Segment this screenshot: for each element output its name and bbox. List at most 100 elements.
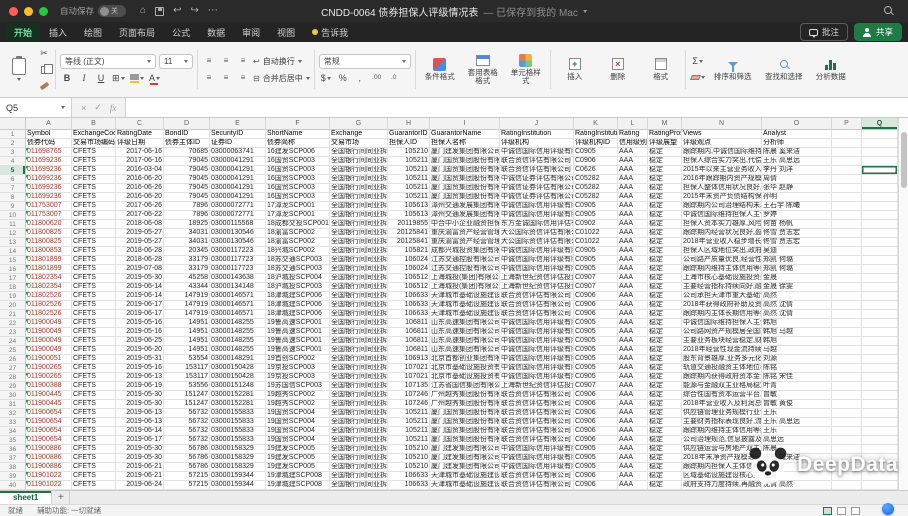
cell-D11[interactable]: 18925 (164, 220, 210, 229)
cell-I28[interactable]: 北京市基础设施投资有限公司 (430, 373, 500, 382)
row-header-9[interactable]: 9 (0, 202, 26, 211)
cell-Q26[interactable] (862, 355, 898, 364)
tab-审阅[interactable]: 审阅 (234, 23, 268, 42)
cell-I36[interactable]: 厦门建发集团有限公司 (430, 445, 500, 454)
merge-center-button[interactable]: ⊟ 合并后居中 (253, 73, 310, 84)
cell-J31[interactable]: 联合资信评估有限公司 (500, 400, 574, 409)
cell-L1[interactable]: Rating (618, 130, 648, 139)
cell-H36[interactable]: 105210 (388, 445, 430, 454)
cell-I39[interactable]: 天津城市基础设施建设投资集团有限公司 (430, 472, 500, 481)
cell-A18[interactable]: 011802354 (26, 283, 72, 292)
cell-Q18[interactable] (862, 283, 898, 292)
row-header-30[interactable]: 30 (0, 391, 26, 400)
cell-E2[interactable]: 证券ID (210, 139, 266, 148)
cell-M1[interactable]: RatingProspect (648, 130, 682, 139)
align-bottom-button[interactable]: ≡ (236, 54, 250, 68)
cell-A23[interactable]: 011900049 (26, 328, 72, 337)
cell-A24[interactable]: 011900049 (26, 337, 72, 346)
cell-A1[interactable]: Symbol (26, 130, 72, 139)
cell-C34[interactable]: 2019-06-14 (116, 427, 164, 436)
row-header-29[interactable]: 29 (0, 382, 26, 391)
cell-E11[interactable]: 03000115568 (210, 220, 266, 229)
cell-Q20[interactable] (862, 301, 898, 310)
cell-O36[interactable]: 陈晨 (762, 445, 832, 454)
cell-Q2[interactable] (862, 139, 898, 148)
cell-E29[interactable]: 03000151248 (210, 382, 266, 391)
cell-L29[interactable]: AAA (618, 382, 648, 391)
cell-H15[interactable]: 106024 (388, 256, 430, 265)
cell-I14[interactable]: 成都兴城投资集团有限公司 (430, 247, 500, 256)
row-header-28[interactable]: 28 (0, 373, 26, 382)
tab-告诉我[interactable]: 告诉我 (304, 23, 356, 42)
cell-A9[interactable]: 011753007 (26, 202, 72, 211)
cell-P10[interactable] (832, 211, 862, 220)
cell-E20[interactable]: 03000146571 (210, 301, 266, 310)
cell-G15[interactable]: 全国银行间同业拆借中心 (330, 256, 388, 265)
row-header-35[interactable]: 35 (0, 436, 26, 445)
cell-C25[interactable]: 2019-06-20 (116, 346, 164, 355)
cell-N30[interactable]: 综合性国有资本运营平台,实力雄厚 (682, 391, 762, 400)
cell-I15[interactable]: 江苏交通控股有限公司 (430, 256, 500, 265)
cell-B21[interactable]: CFETS (72, 310, 116, 319)
cell-J9[interactable]: 中诚信国际信用评级有限责任公司 (500, 202, 574, 211)
cell-H8[interactable]: 105211 (388, 193, 430, 202)
cell-L23[interactable]: AAA (618, 328, 648, 337)
cell-O14[interactable]: 吴迪 (762, 247, 832, 256)
cell-F32[interactable]: 19国贸SCP004 (266, 409, 330, 418)
cell-A11[interactable]: 011800620 (26, 220, 72, 229)
cell-M28[interactable]: 稳定 (648, 373, 682, 382)
row-header-27[interactable]: 27 (0, 364, 26, 373)
cell-P38[interactable] (832, 463, 862, 472)
cell-H1[interactable]: GuarantorID (388, 130, 430, 139)
add-sheet-button[interactable]: + (52, 491, 71, 504)
cell-P7[interactable] (832, 184, 862, 193)
cell-N34[interactable]: 跟踪期内维持主体信用等级AAA (682, 427, 762, 436)
number-format-combo[interactable]: 常规 (318, 53, 411, 69)
row-header-21[interactable]: 21 (0, 310, 26, 319)
cell-F34[interactable]: 19国贸SCP004 (266, 427, 330, 436)
cell-N15[interactable]: 公司路产质量优良,经营性现金流充沛 (682, 256, 762, 265)
cell-I10[interactable]: 漳州交通发展集团有限公司 (430, 211, 500, 220)
cell-I3[interactable]: 厦门建发集团有限公司 (430, 148, 500, 157)
cell-C13[interactable]: 2019-05-27 (116, 238, 164, 247)
cell-C28[interactable]: 2019-06-13 (116, 373, 164, 382)
cell-N36[interactable]: 供应链运营与房地产双主业协同发展 (682, 445, 762, 454)
cell-D32[interactable]: 56732 (164, 409, 210, 418)
cell-J2[interactable]: 评级机构 (500, 139, 574, 148)
cell-D19[interactable]: 147919 (164, 292, 210, 301)
cell-K10[interactable]: C0905 (574, 211, 618, 220)
cell-O7[interactable]: 张华 赵静 (762, 184, 832, 193)
cell-B16[interactable]: CFETS (72, 265, 116, 274)
cell-M17[interactable]: 稳定 (648, 274, 682, 283)
cell-M22[interactable]: 稳定 (648, 319, 682, 328)
cell-C10[interactable]: 2017-06-22 (116, 211, 164, 220)
minimize-window-button[interactable] (24, 6, 33, 16)
cell-K30[interactable]: C0906 (574, 391, 618, 400)
cell-M4[interactable]: 稳定 (648, 157, 682, 166)
column-header-F[interactable]: F (266, 118, 330, 129)
cell-E17[interactable]: 03000143638 (210, 274, 266, 283)
cell-P18[interactable] (832, 283, 862, 292)
cell-G38[interactable]: 全国银行间同业拆借中心 (330, 463, 388, 472)
cell-Q29[interactable] (862, 382, 898, 391)
cell-Q6[interactable] (862, 175, 898, 184)
cell-G11[interactable]: 全国银行间同业拆借中心 (330, 220, 388, 229)
cell-D25[interactable]: 14951 (164, 346, 210, 355)
cell-P20[interactable] (832, 301, 862, 310)
autosum-button[interactable]: Σ (690, 55, 706, 69)
cell-Q28[interactable] (862, 373, 898, 382)
cell-F3[interactable]: 16建发SCP006 (266, 148, 330, 157)
cell-N6[interactable]: 2016年跟踪期内资产规模持续增长 (682, 175, 762, 184)
cell-P35[interactable] (832, 436, 862, 445)
cell-K32[interactable]: C0906 (574, 409, 618, 418)
cell-L5[interactable]: AAA (618, 166, 648, 175)
cell-Q34[interactable] (862, 427, 898, 436)
cell-F20[interactable]: 18津城建SCP006 (266, 301, 330, 310)
row-header-2[interactable]: 2 (0, 139, 26, 148)
cell-E5[interactable]: 03000041291 (210, 166, 266, 175)
cell-I30[interactable]: 广州越秀集团股份有限公司 (430, 391, 500, 400)
cell-F6[interactable]: 16国贸SCP003 (266, 175, 330, 184)
cell-L7[interactable]: AAA (618, 184, 648, 193)
cell-N33[interactable]: 主要财务指标表现良好,流动性充足 (682, 418, 762, 427)
cell-K26[interactable]: C0905 (574, 355, 618, 364)
